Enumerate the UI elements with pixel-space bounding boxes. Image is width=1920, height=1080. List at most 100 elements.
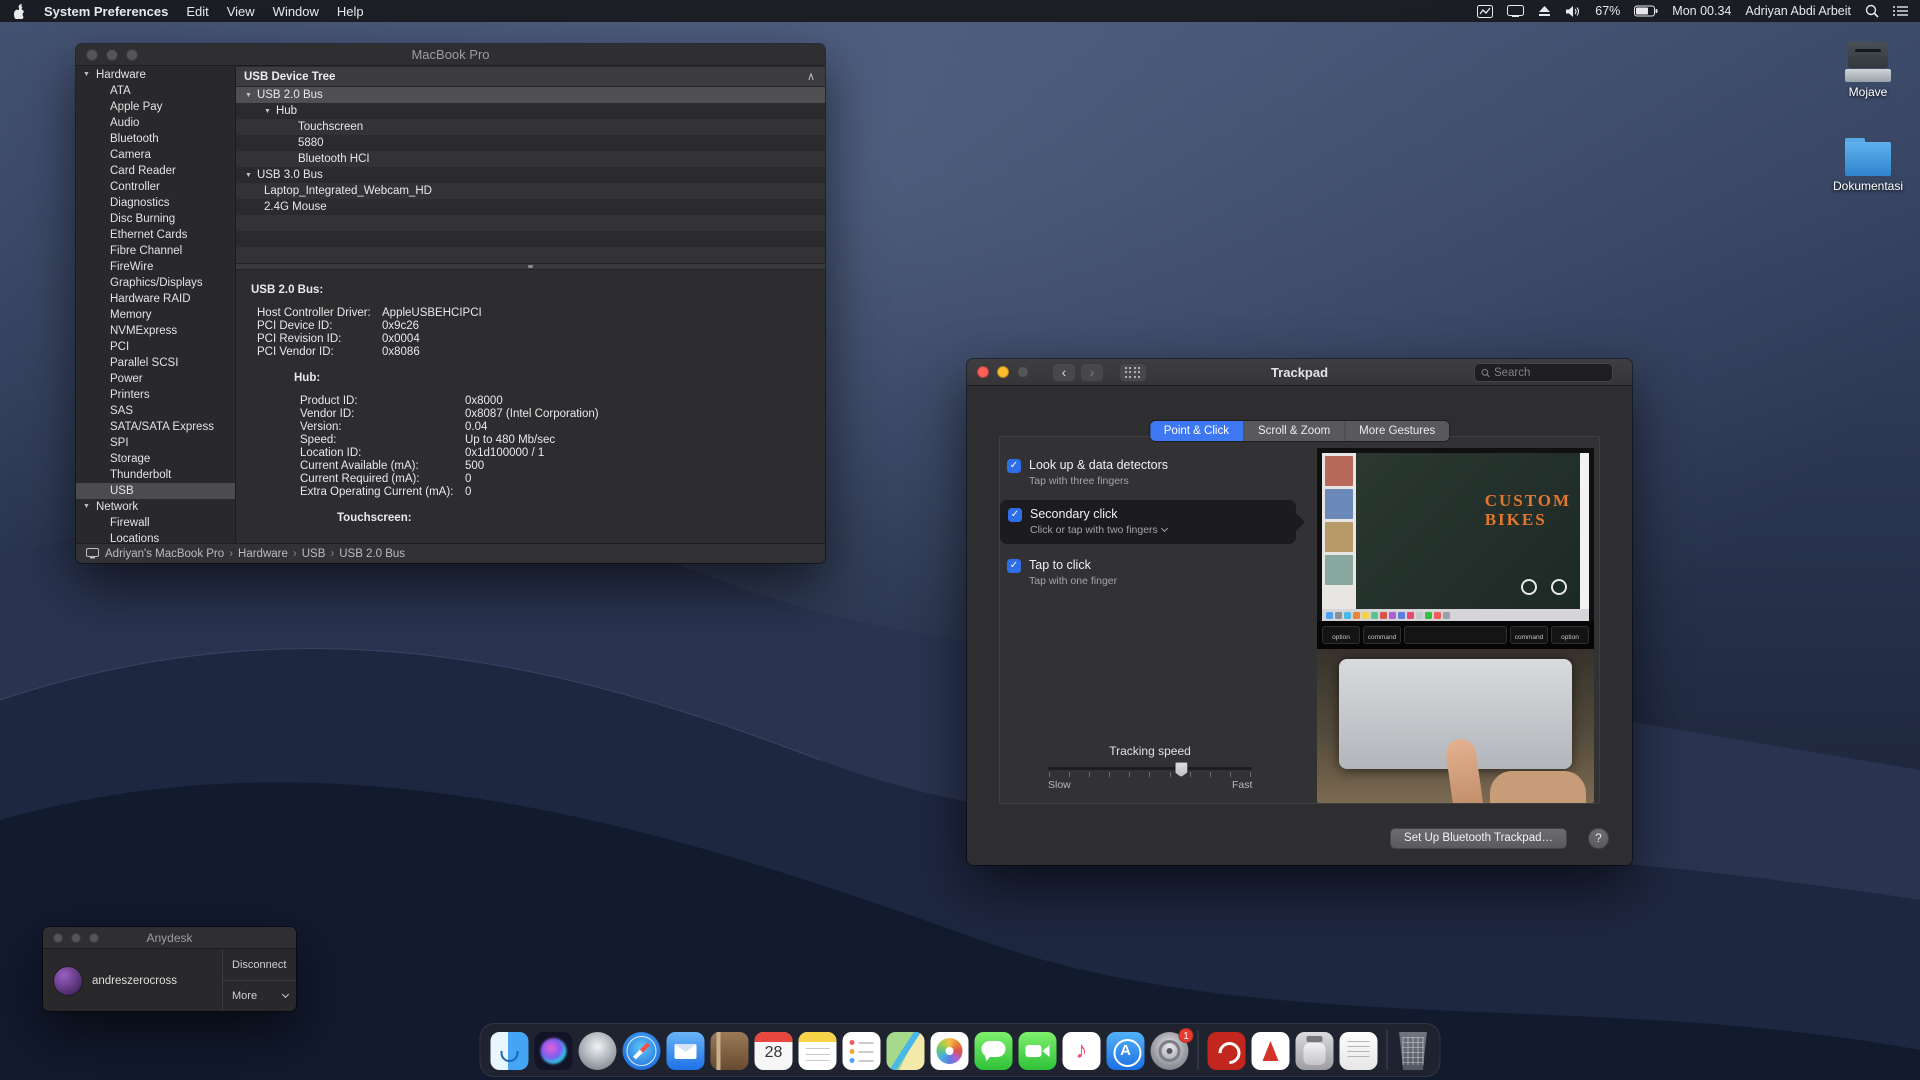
dock-finder-icon[interactable] — [491, 1032, 529, 1070]
close-button[interactable] — [53, 933, 63, 943]
dock-safari-icon[interactable] — [623, 1032, 661, 1070]
dock-mail-icon[interactable] — [667, 1032, 705, 1070]
tab-more-gestures[interactable]: More Gestures — [1345, 421, 1449, 441]
dock-launchpad-icon[interactable] — [579, 1032, 617, 1070]
sidebar-item-ethernet-cards[interactable]: Ethernet Cards — [76, 227, 235, 243]
checkbox-secondary-click[interactable]: ✓ — [1008, 508, 1022, 522]
spotlight-search-icon[interactable] — [1865, 4, 1879, 18]
collapse-icon[interactable]: ∧ — [807, 67, 815, 87]
dock-reminders-icon[interactable] — [843, 1032, 881, 1070]
sidebar-item-spi[interactable]: SPI — [76, 435, 235, 451]
sidebar-item-locations[interactable]: Locations — [76, 531, 235, 543]
sidebar-item-diagnostics[interactable]: Diagnostics — [76, 195, 235, 211]
preferences-search-field[interactable] — [1474, 363, 1613, 382]
dock-acrobat-icon[interactable] — [1208, 1032, 1246, 1070]
zoom-button[interactable] — [126, 49, 138, 61]
sidebar-item-power[interactable]: Power — [76, 371, 235, 387]
desktop-icon-dokumentasi[interactable]: Dokumentasi — [1828, 132, 1908, 193]
sidebar-item-sas[interactable]: SAS — [76, 403, 235, 419]
tracking-speed-slider[interactable] — [1048, 762, 1252, 782]
checkbox-look-up-data-detectors[interactable]: ✓ — [1007, 459, 1021, 473]
sidebar-item-disc-burning[interactable]: Disc Burning — [76, 211, 235, 227]
disclosure-triangle-icon[interactable]: ▼ — [83, 67, 90, 83]
setup-bluetooth-trackpad-button[interactable]: Set Up Bluetooth Trackpad… — [1390, 828, 1567, 849]
dock-trash-icon[interactable] — [1397, 1032, 1430, 1070]
disclosure-triangle-icon[interactable]: ▼ — [245, 92, 252, 99]
tree-row-5880[interactable]: 5880 — [236, 135, 825, 151]
performance-icon[interactable] — [1477, 5, 1493, 18]
menubar-menu-view[interactable]: View — [227, 4, 255, 19]
minimize-button[interactable] — [997, 366, 1009, 378]
battery-icon[interactable] — [1634, 5, 1658, 17]
sidebar-group-network[interactable]: ▼Network — [76, 499, 235, 515]
sidebar-item-graphics-displays[interactable]: Graphics/Displays — [76, 275, 235, 291]
sidebar-item-usb[interactable]: USB — [76, 483, 235, 499]
dock-adobe-reader-icon[interactable] — [1252, 1032, 1290, 1070]
tab-scroll-zoom[interactable]: Scroll & Zoom — [1244, 421, 1345, 441]
menubar-menu-window[interactable]: Window — [273, 4, 319, 19]
search-input[interactable] — [1494, 367, 1606, 379]
sidebar-item-nvmexpress[interactable]: NVMExpress — [76, 323, 235, 339]
tree-row-hub[interactable]: ▼Hub — [236, 103, 825, 119]
dock-messages-icon[interactable] — [975, 1032, 1013, 1070]
sidebar-item-camera[interactable]: Camera — [76, 147, 235, 163]
sidebar-item-printers[interactable]: Printers — [76, 387, 235, 403]
sidebar-item-controller[interactable]: Controller — [76, 179, 235, 195]
menubar-user-name[interactable]: Adriyan Abdi Arbeit — [1745, 4, 1851, 18]
sidebar-item-firewall[interactable]: Firewall — [76, 515, 235, 531]
slider-track[interactable] — [1048, 767, 1252, 770]
dock-notes-icon[interactable] — [799, 1032, 837, 1070]
sidebar-item-sata-sata-express[interactable]: SATA/SATA Express — [76, 419, 235, 435]
sidebar-item-card-reader[interactable]: Card Reader — [76, 163, 235, 179]
sidebar-item-ata[interactable]: ATA — [76, 83, 235, 99]
menubar-app-name[interactable]: System Preferences — [44, 4, 168, 19]
sidebar-item-fibre-channel[interactable]: Fibre Channel — [76, 243, 235, 259]
minimize-button[interactable] — [71, 933, 81, 943]
dock-calendar-icon[interactable]: 28 — [755, 1032, 793, 1070]
tree-row-touchscreen[interactable]: Touchscreen — [236, 119, 825, 135]
system-info-titlebar[interactable]: MacBook Pro — [76, 44, 825, 66]
menubar-menu-edit[interactable]: Edit — [186, 4, 208, 19]
zoom-button[interactable] — [89, 933, 99, 943]
desktop-icon-mojave[interactable]: Mojave — [1828, 38, 1908, 99]
apple-menu-icon[interactable] — [12, 3, 26, 19]
anydesk-titlebar[interactable]: Anydesk — [43, 927, 296, 949]
tree-row-bluetooth-hci[interactable]: Bluetooth HCI — [236, 151, 825, 167]
dock-system-preferences-icon[interactable]: 1 — [1151, 1032, 1189, 1070]
checkbox-tap-to-click[interactable]: ✓ — [1007, 559, 1021, 573]
tree-row-usb-3-0-bus[interactable]: ▼USB 3.0 Bus — [236, 167, 825, 183]
zoom-button[interactable] — [1017, 366, 1029, 378]
sidebar-item-hardware-raid[interactable]: Hardware RAID — [76, 291, 235, 307]
disclosure-triangle-icon[interactable]: ▼ — [83, 499, 90, 515]
close-button[interactable] — [977, 366, 989, 378]
show-all-preferences-button[interactable] — [1119, 363, 1147, 382]
dock-facetime-icon[interactable] — [1019, 1032, 1057, 1070]
tree-row-2-4g-mouse[interactable]: 2.4G Mouse — [236, 199, 825, 215]
back-button[interactable]: ‹ — [1052, 363, 1076, 382]
tree-row-usb-2-0-bus[interactable]: ▼USB 2.0 Bus — [236, 87, 825, 103]
menubar-menu-help[interactable]: Help — [337, 4, 364, 19]
dock-siri-icon[interactable] — [535, 1032, 573, 1070]
close-button[interactable] — [86, 49, 98, 61]
notification-center-icon[interactable] — [1893, 5, 1908, 17]
disclosure-triangle-icon[interactable]: ▼ — [245, 172, 252, 179]
sidebar-item-audio[interactable]: Audio — [76, 115, 235, 131]
disclosure-triangle-icon[interactable]: ▼ — [264, 108, 271, 115]
disconnect-button[interactable]: Disconnect — [223, 950, 296, 980]
help-button[interactable]: ? — [1588, 828, 1609, 849]
eject-icon[interactable] — [1538, 5, 1551, 17]
pane-splitter[interactable] — [236, 263, 825, 270]
sidebar-item-parallel-scsi[interactable]: Parallel SCSI — [76, 355, 235, 371]
forward-button[interactable]: › — [1080, 363, 1104, 382]
dock-app-store-icon[interactable] — [1107, 1032, 1145, 1070]
sidebar-item-firewire[interactable]: FireWire — [76, 259, 235, 275]
sidebar-item-thunderbolt[interactable]: Thunderbolt — [76, 467, 235, 483]
trackpad-titlebar[interactable]: ‹ › Trackpad — [967, 359, 1632, 386]
sidebar-item-memory[interactable]: Memory — [76, 307, 235, 323]
sidebar-group-hardware[interactable]: ▼Hardware — [76, 67, 235, 83]
sidebar-item-bluetooth[interactable]: Bluetooth — [76, 131, 235, 147]
dock-photos-icon[interactable] — [931, 1032, 969, 1070]
dock-maps-icon[interactable] — [887, 1032, 925, 1070]
volume-icon[interactable] — [1565, 5, 1581, 18]
more-button[interactable]: More — [223, 980, 296, 1011]
